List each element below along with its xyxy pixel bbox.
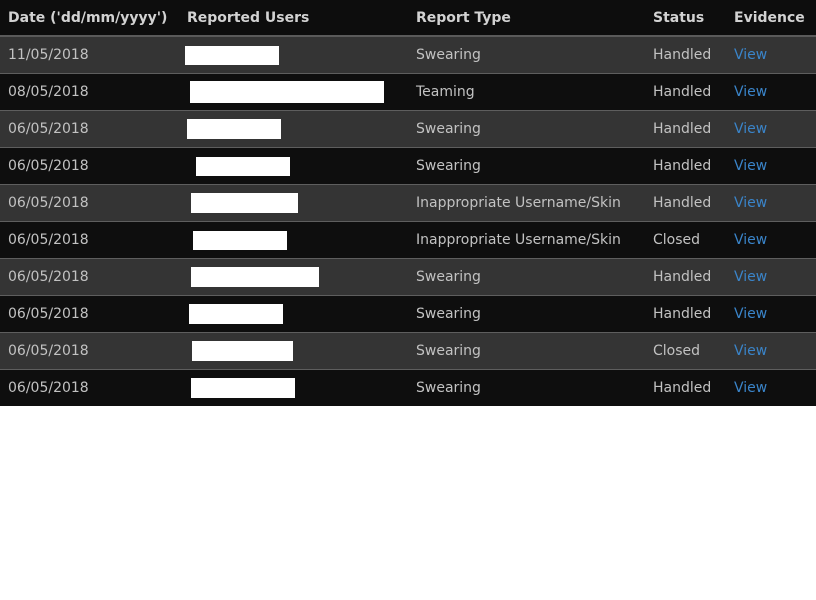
evidence-cell: View bbox=[734, 184, 816, 222]
report-type-cell: Swearing bbox=[416, 332, 653, 370]
report-type-cell: Inappropriate Username/Skin bbox=[416, 221, 653, 259]
evidence-cell: View bbox=[734, 295, 816, 333]
view-evidence-link[interactable]: View bbox=[734, 121, 767, 137]
table-header: Date ('dd/mm/yyyy') Reported Users Repor… bbox=[0, 0, 816, 37]
date-cell: 06/05/2018 bbox=[0, 369, 187, 406]
date-cell: 08/05/2018 bbox=[0, 73, 187, 111]
header-evidence: Evidence bbox=[734, 0, 816, 37]
status-cell: Handled bbox=[653, 369, 734, 406]
view-evidence-link[interactable]: View bbox=[734, 380, 767, 396]
reported-user-cell bbox=[187, 221, 416, 259]
table-row: 06/05/2018 Inappropriate Username/Skin H… bbox=[0, 184, 816, 222]
status-cell: Handled bbox=[653, 36, 734, 74]
reported-user-cell bbox=[187, 369, 416, 406]
evidence-cell: View bbox=[734, 36, 816, 74]
status-cell: Handled bbox=[653, 147, 734, 185]
redacted-username bbox=[192, 341, 293, 361]
header-row: Date ('dd/mm/yyyy') Reported Users Repor… bbox=[0, 0, 816, 37]
redacted-username bbox=[187, 119, 281, 139]
evidence-cell: View bbox=[734, 332, 816, 370]
view-evidence-link[interactable]: View bbox=[734, 232, 767, 248]
status-cell: Closed bbox=[653, 332, 734, 370]
table-row: 06/05/2018 Swearing Handled View bbox=[0, 295, 816, 333]
table-row: 06/05/2018 Swearing Handled View bbox=[0, 110, 816, 148]
report-type-cell: Inappropriate Username/Skin bbox=[416, 184, 653, 222]
redacted-username bbox=[189, 304, 283, 324]
status-cell: Closed bbox=[653, 221, 734, 259]
view-evidence-link[interactable]: View bbox=[734, 195, 767, 211]
evidence-cell: View bbox=[734, 110, 816, 148]
date-cell: 06/05/2018 bbox=[0, 184, 187, 222]
redacted-username bbox=[185, 45, 279, 65]
view-evidence-link[interactable]: View bbox=[734, 269, 767, 285]
table-row: 06/05/2018 Swearing Handled View bbox=[0, 147, 816, 185]
status-cell: Handled bbox=[653, 184, 734, 222]
view-evidence-link[interactable]: View bbox=[734, 306, 767, 322]
date-cell: 06/05/2018 bbox=[0, 110, 187, 148]
evidence-cell: View bbox=[734, 147, 816, 185]
status-cell: Handled bbox=[653, 73, 734, 111]
view-evidence-link[interactable]: View bbox=[734, 343, 767, 359]
redacted-username bbox=[191, 378, 295, 398]
reported-user-cell bbox=[187, 73, 416, 111]
report-type-cell: Swearing bbox=[416, 369, 653, 406]
view-evidence-link[interactable]: View bbox=[734, 158, 767, 174]
evidence-cell: View bbox=[734, 221, 816, 259]
report-type-cell: Swearing bbox=[416, 147, 653, 185]
header-reported-users-label: Reported Users bbox=[187, 9, 310, 26]
table-row: 08/05/2018 Teaming Handled View bbox=[0, 73, 816, 111]
report-type-cell: Swearing bbox=[416, 110, 653, 148]
date-cell: 06/05/2018 bbox=[0, 147, 187, 185]
report-type-cell: Swearing bbox=[416, 295, 653, 333]
reported-user-cell bbox=[187, 332, 416, 370]
header-report-type: Report Type bbox=[416, 0, 653, 37]
status-cell: Handled bbox=[653, 295, 734, 333]
date-cell: 06/05/2018 bbox=[0, 221, 187, 259]
header-date: Date ('dd/mm/yyyy') bbox=[0, 0, 187, 37]
redacted-username bbox=[191, 267, 319, 287]
date-cell: 06/05/2018 bbox=[0, 295, 187, 333]
redacted-username bbox=[190, 81, 384, 103]
evidence-cell: View bbox=[734, 258, 816, 296]
header-status: Status bbox=[653, 0, 734, 37]
reported-user-cell bbox=[187, 110, 416, 148]
redacted-username bbox=[193, 230, 287, 250]
date-cell: 06/05/2018 bbox=[0, 258, 187, 296]
reported-user-cell bbox=[185, 36, 416, 74]
report-type-cell: Swearing bbox=[416, 258, 653, 296]
view-evidence-link[interactable]: View bbox=[734, 47, 767, 63]
date-cell: 06/05/2018 bbox=[0, 332, 187, 370]
table-body: 11/05/2018 Swearing Handled View 08/05/2… bbox=[0, 36, 816, 406]
redacted-username bbox=[196, 156, 290, 176]
evidence-cell: View bbox=[734, 73, 816, 111]
reports-table: Date ('dd/mm/yyyy') Reported Users Repor… bbox=[0, 0, 816, 406]
reported-user-cell bbox=[187, 258, 416, 296]
reported-user-cell bbox=[187, 295, 416, 333]
table-row: 06/05/2018 Inappropriate Username/Skin C… bbox=[0, 221, 816, 259]
table-row: 06/05/2018 Swearing Handled View bbox=[0, 369, 816, 406]
report-type-cell: Swearing bbox=[416, 36, 653, 74]
redacted-username bbox=[191, 193, 298, 213]
table-row: 06/05/2018 Swearing Handled View bbox=[0, 258, 816, 296]
reported-user-cell bbox=[187, 184, 416, 222]
view-evidence-link[interactable]: View bbox=[734, 84, 767, 100]
header-reported-users: Reported Users bbox=[187, 0, 416, 37]
date-cell: 11/05/2018 bbox=[0, 36, 187, 74]
report-type-cell: Teaming bbox=[416, 73, 653, 111]
reported-user-cell bbox=[187, 147, 416, 185]
status-cell: Handled bbox=[653, 110, 734, 148]
table-row: 11/05/2018 Swearing Handled View bbox=[0, 36, 816, 74]
table-row: 06/05/2018 Swearing Closed View bbox=[0, 332, 816, 370]
evidence-cell: View bbox=[734, 369, 816, 406]
status-cell: Handled bbox=[653, 258, 734, 296]
